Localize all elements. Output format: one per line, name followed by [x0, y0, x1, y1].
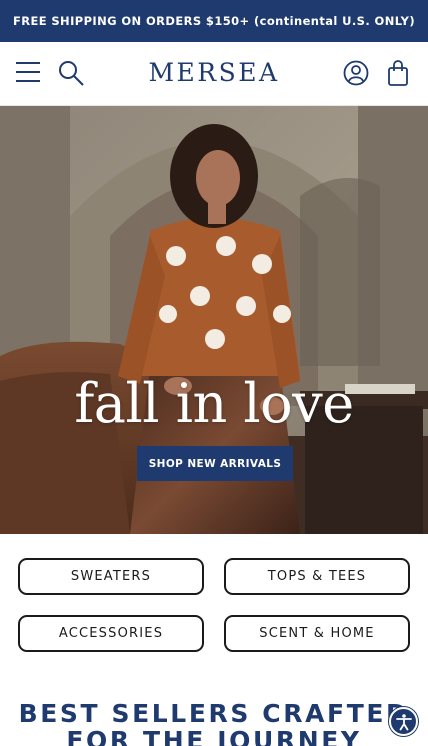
promo-text: FREE SHIPPING ON ORDERS $150+ (continent… [12, 14, 416, 28]
hero-title: fall in love [74, 372, 354, 435]
category-scent-home-button[interactable]: SCENT & HOME [224, 615, 410, 652]
category-tops-tees-button[interactable]: TOPS & TEES [224, 558, 410, 595]
category-sweaters-button[interactable]: SWEATERS [18, 558, 204, 595]
accessibility-icon[interactable] [389, 707, 418, 736]
account-icon[interactable] [342, 59, 370, 87]
section-title: BEST SELLERS CRAFTED FOR THE JOURNEY [0, 700, 428, 746]
cart-icon[interactable] [386, 59, 410, 87]
section-title-line-2: FOR THE JOURNEY [66, 726, 362, 746]
site-header: MERSEA [0, 42, 428, 106]
category-accessories-button[interactable]: ACCESSORIES [18, 615, 204, 652]
promo-banner[interactable]: FREE SHIPPING ON ORDERS $150+ (continent… [0, 0, 428, 42]
shop-new-arrivals-button[interactable]: SHOP NEW ARRIVALS [137, 446, 293, 481]
section-title-line-1: BEST SELLERS CRAFTED [18, 699, 410, 728]
hero-banner[interactable]: fall in love SHOP NEW ARRIVALS [0, 106, 428, 534]
